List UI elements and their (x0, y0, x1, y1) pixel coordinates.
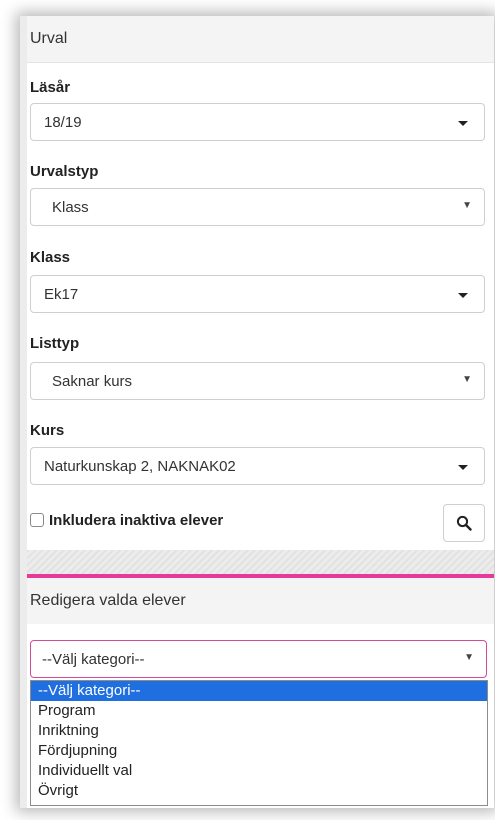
klass-select[interactable]: Ek17 (30, 275, 485, 313)
listtyp-select[interactable]: Saknar kurs ▼ (30, 362, 485, 400)
category-option[interactable]: --Välj kategori-- (31, 681, 487, 701)
kurs-label: Kurs (30, 422, 65, 439)
search-icon (456, 515, 472, 531)
category-option[interactable]: Fördjupning (31, 741, 487, 761)
kurs-value: Naturkunskap 2, NAKNAK02 (44, 458, 236, 475)
klass-value: Ek17 (44, 286, 79, 303)
category-option[interactable]: Övrigt (31, 781, 487, 801)
urval-panel-title: Urval (27, 16, 494, 63)
include-inactive-checkbox[interactable] (30, 513, 44, 527)
chevron-down-icon: ▼ (464, 652, 474, 663)
category-dropdown-list: --Välj kategori-- Program Inriktning För… (30, 680, 488, 806)
panel-separator (27, 550, 494, 574)
category-option[interactable]: Inriktning (31, 721, 487, 741)
kurs-select[interactable]: Naturkunskap 2, NAKNAK02 (30, 447, 485, 485)
chevron-down-icon: ▼ (462, 374, 472, 385)
urvalstyp-value: Klass (52, 199, 89, 216)
include-inactive-label[interactable]: Inkludera inaktiva elever (49, 512, 223, 529)
redigera-panel: Redigera valda elever --Välj kategori-- … (27, 574, 494, 808)
lasar-value: 18/19 (44, 114, 82, 131)
urvalstyp-label: Urvalstyp (30, 163, 99, 180)
category-option[interactable]: Program (31, 701, 487, 721)
chevron-down-icon: ▼ (462, 200, 472, 211)
listtyp-value: Saknar kurs (52, 373, 133, 390)
category-select[interactable]: --Välj kategori-- ▼ (30, 640, 487, 678)
filter-sidebar: Urval Läsår 18/19 Urvalstyp Klass ▼ Klas… (20, 16, 494, 808)
urval-panel: Urval Läsår 18/19 Urvalstyp Klass ▼ Klas… (27, 16, 494, 550)
klass-label: Klass (30, 249, 71, 266)
caret-down-icon (458, 465, 468, 470)
caret-down-icon (458, 293, 468, 298)
category-option[interactable]: Individuellt val (31, 761, 487, 781)
urvalstyp-select[interactable]: Klass ▼ (30, 188, 485, 226)
lasar-select[interactable]: 18/19 (30, 103, 485, 141)
listtyp-label: Listtyp (30, 335, 80, 352)
lasar-label: Läsår (30, 79, 71, 96)
search-button[interactable] (443, 504, 485, 542)
category-select-value: --Välj kategori-- (42, 651, 145, 668)
caret-down-icon (458, 121, 468, 126)
redigera-panel-title: Redigera valda elever (27, 578, 494, 624)
